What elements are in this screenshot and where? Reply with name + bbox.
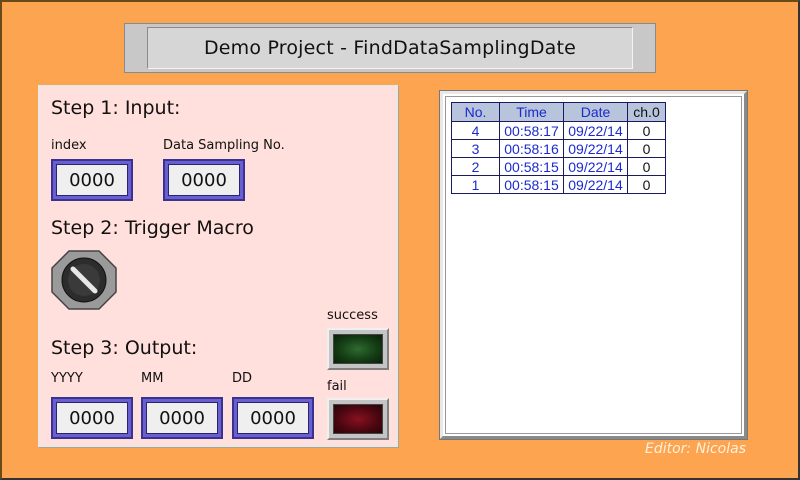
- title-bar: Demo Project - FindDataSamplingDate: [124, 23, 656, 73]
- dd-label: DD: [232, 371, 253, 386]
- cell-no: 2: [451, 157, 500, 176]
- table-row: 2 00:58:15 09/22/14 0: [451, 157, 666, 176]
- cell-time: 00:58:15: [499, 175, 564, 194]
- success-label: success: [327, 308, 378, 323]
- fail-label: fail: [327, 379, 347, 394]
- cell-ch0: 0: [627, 121, 666, 140]
- index-value: 0000: [56, 164, 128, 196]
- step2-heading: Step 2: Trigger Macro: [51, 217, 254, 239]
- step3-heading: Step 3: Output:: [51, 337, 198, 359]
- history-table[interactable]: No. Time Date ch.0 4 00:58:17 09/22/14 0…: [451, 102, 666, 194]
- col-ch0-header: ch.0: [627, 102, 666, 122]
- index-label: index: [51, 138, 87, 153]
- yyyy-label: YYYY: [51, 371, 83, 386]
- table-header-row: No. Time Date ch.0: [451, 102, 666, 122]
- dd-value: 0000: [237, 402, 309, 434]
- table-row: 4 00:58:17 09/22/14 0: [451, 121, 666, 140]
- mm-label: MM: [141, 371, 164, 386]
- mm-output: 0000: [141, 397, 223, 439]
- history-panel: No. Time Date ch.0 4 00:58:17 09/22/14 0…: [439, 90, 748, 440]
- cell-date: 09/22/14: [563, 175, 628, 194]
- cell-no: 1: [451, 175, 500, 194]
- fail-lamp-light: [333, 404, 383, 434]
- mm-value: 0000: [146, 402, 218, 434]
- col-time-header: Time: [499, 102, 564, 122]
- cell-time: 00:58:16: [499, 139, 564, 158]
- cell-date: 09/22/14: [563, 157, 628, 176]
- cell-ch0: 0: [627, 139, 666, 158]
- index-input[interactable]: 0000: [51, 159, 133, 201]
- cell-time: 00:58:17: [499, 121, 564, 140]
- cell-date: 09/22/14: [563, 139, 628, 158]
- macro-switch-icon: [51, 250, 117, 310]
- control-panel: Step 1: Input: index 0000 Data Sampling …: [38, 85, 398, 447]
- yyyy-output: 0000: [51, 397, 133, 439]
- editor-credit: Editor: Nicolas: [645, 441, 746, 457]
- cell-no: 3: [451, 139, 500, 158]
- success-lamp: [327, 328, 389, 370]
- sampling-label: Data Sampling No.: [163, 138, 285, 153]
- yyyy-value: 0000: [56, 402, 128, 434]
- sampling-value: 0000: [168, 164, 240, 196]
- sampling-input[interactable]: 0000: [163, 159, 245, 201]
- step1-heading: Step 1: Input:: [51, 97, 181, 119]
- dd-output: 0000: [232, 397, 314, 439]
- col-date-header: Date: [563, 102, 628, 122]
- col-no-header: No.: [451, 102, 500, 122]
- cell-no: 4: [451, 121, 500, 140]
- table-row: 1 00:58:15 09/22/14 0: [451, 175, 666, 194]
- trigger-macro-button[interactable]: [51, 250, 117, 310]
- cell-time: 00:58:15: [499, 157, 564, 176]
- cell-date: 09/22/14: [563, 121, 628, 140]
- page-title: Demo Project - FindDataSamplingDate: [147, 27, 633, 69]
- fail-lamp: [327, 398, 389, 440]
- cell-ch0: 0: [627, 157, 666, 176]
- cell-ch0: 0: [627, 175, 666, 194]
- success-lamp-light: [333, 334, 383, 364]
- table-row: 3 00:58:16 09/22/14 0: [451, 139, 666, 158]
- history-panel-inner: No. Time Date ch.0 4 00:58:17 09/22/14 0…: [445, 96, 742, 434]
